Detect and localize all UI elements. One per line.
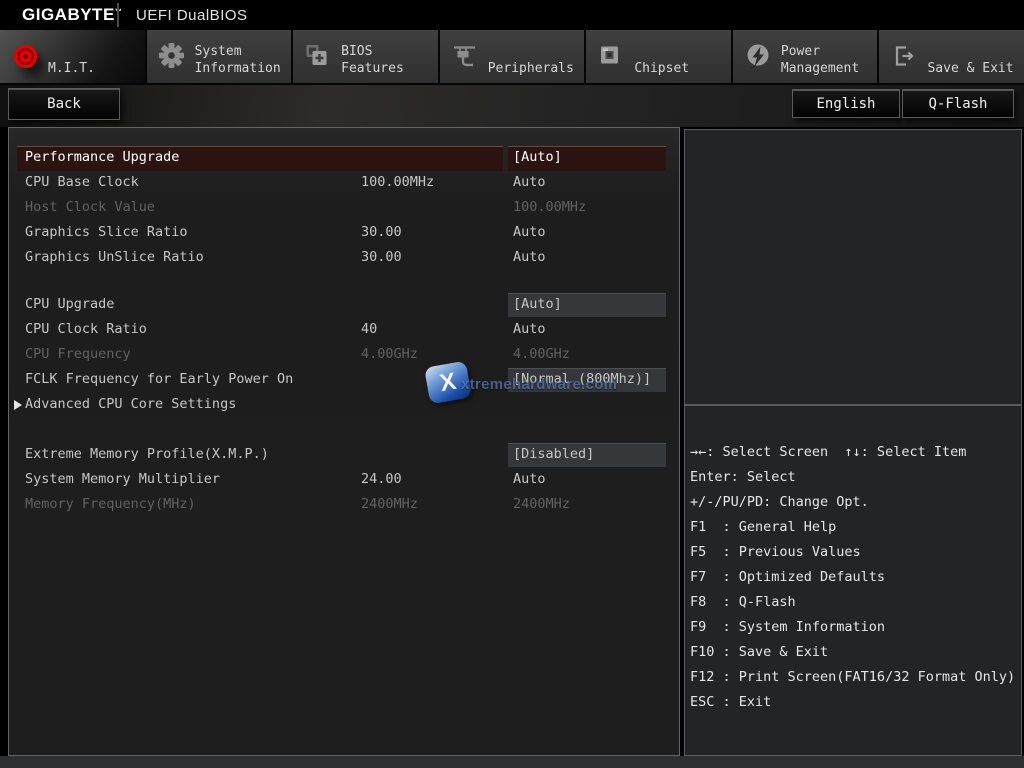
tab-label-line2: Management — [780, 61, 860, 76]
exit-arrow-icon — [896, 46, 915, 66]
row-cpu-upgrade[interactable]: CPU Upgrade [Auto] — [9, 293, 677, 318]
language-button[interactable]: English — [792, 89, 900, 118]
setting-name: Advanced CPU Core Settings — [25, 396, 237, 412]
tab-label-line1: BIOS — [341, 44, 373, 59]
tab-bar: M.I.T. System Information BIOS Features — [0, 30, 1024, 85]
setting-name: FCLK Frequency for Early Power On — [25, 371, 294, 387]
help-line: F10 : Save & Exit — [690, 644, 829, 660]
help-line: F7 : Optimized Defaults — [690, 569, 886, 585]
setting-name: System Memory Multiplier — [25, 471, 221, 487]
help-line: →←: Select Screen ↑↓: Select Item — [690, 444, 967, 460]
watermark-text: xtremehardware.com — [461, 376, 618, 393]
row-memory-frequency: Memory Frequency(MHz) 2400MHz 2400MHz — [9, 493, 677, 518]
help-line: F9 : System Information — [690, 619, 886, 635]
firmware-title: UEFI DualBIOS — [136, 7, 248, 24]
setting-value: 100.00MHz — [513, 199, 587, 215]
peripherals-icon — [453, 46, 475, 67]
setting-name: Host Clock Value — [25, 199, 156, 215]
row-xmp[interactable]: Extreme Memory Profile(X.M.P.) [Disabled… — [9, 443, 677, 468]
setting-name: CPU Base Clock — [25, 174, 139, 190]
setting-name: Extreme Memory Profile(X.M.P.) — [25, 446, 269, 462]
help-line: F5 : Previous Values — [690, 544, 861, 560]
setting-current: 2400MHz — [361, 496, 418, 512]
setting-current: 4.00GHz — [361, 346, 418, 362]
row-host-clock-value: Host Clock Value 100.00MHz — [9, 196, 677, 221]
setting-value: Auto — [513, 174, 546, 190]
help-line: F1 : General Help — [690, 519, 837, 535]
tab-label-line2: Information — [194, 61, 281, 76]
row-cpu-clock-ratio[interactable]: CPU Clock Ratio 40 Auto — [9, 318, 677, 343]
item-help-panel — [684, 129, 1022, 405]
setting-value: [Auto] — [513, 149, 562, 165]
setting-name: CPU Upgrade — [25, 296, 115, 312]
tab-mit[interactable]: M.I.T. — [0, 30, 145, 83]
setting-value: 2400MHz — [513, 496, 570, 512]
setting-current: 30.00 — [361, 249, 402, 265]
row-system-memory-multiplier[interactable]: System Memory Multiplier 24.00 Auto — [9, 468, 677, 493]
setting-current: 30.00 — [361, 224, 402, 240]
setting-value: 4.00GHz — [513, 346, 570, 362]
help-line: ESC : Exit — [690, 694, 772, 710]
hotkey-help-panel: →←: Select Screen ↑↓: Select Item Enter:… — [684, 405, 1022, 756]
tab-peripherals[interactable]: Peripherals — [439, 30, 585, 83]
setting-value: Auto — [513, 321, 546, 337]
row-performance-upgrade[interactable]: Performance Upgrade [Auto] — [9, 146, 677, 171]
logo-divider — [117, 3, 119, 27]
chipset-icon — [601, 46, 619, 64]
settings-panel: Performance Upgrade [Auto] CPU Base Cloc… — [8, 127, 680, 756]
setting-value: Auto — [513, 249, 546, 265]
row-cpu-base-clock[interactable]: CPU Base Clock 100.00MHz Auto — [9, 171, 677, 196]
help-line: Enter: Select — [690, 469, 796, 485]
setting-name: Performance Upgrade — [25, 149, 180, 165]
row-advanced-cpu-core-settings[interactable]: Advanced CPU Core Settings — [9, 393, 677, 418]
setting-current: 40 — [361, 321, 378, 337]
setting-name: CPU Clock Ratio — [25, 321, 147, 337]
help-line: +/-/PU/PD: Change Opt. — [690, 494, 869, 510]
tab-save-exit[interactable]: Save & Exit — [879, 30, 1024, 83]
setting-value: [Auto] — [513, 296, 562, 312]
row-graphics-unslice-ratio[interactable]: Graphics UnSlice Ratio 30.00 Auto — [9, 246, 677, 271]
tab-power-management[interactable]: Power Management — [732, 30, 878, 83]
tab-label: Chipset — [634, 61, 690, 76]
setting-current: 100.00MHz — [361, 174, 435, 190]
setting-name: Graphics UnSlice Ratio — [25, 249, 204, 265]
power-bolt-icon — [747, 44, 769, 69]
tab-label-line1: System — [194, 44, 242, 59]
setting-name: CPU Frequency — [25, 346, 131, 362]
gear-icon — [158, 43, 184, 68]
setting-value: Auto — [513, 471, 546, 487]
back-button[interactable]: Back — [8, 88, 120, 120]
mit-red-ball-icon — [13, 44, 38, 69]
tab-bios-features[interactable]: BIOS Features — [293, 30, 438, 83]
setting-current: 24.00 — [361, 471, 402, 487]
row-cpu-frequency: CPU Frequency 4.00GHz 4.00GHz — [9, 343, 677, 368]
tab-label: M.I.T. — [48, 61, 95, 76]
tab-label: Save & Exit — [927, 61, 1014, 76]
tab-chipset[interactable]: Chipset — [586, 30, 731, 83]
gigabyte-logo: GIGABYTE™ — [22, 5, 122, 25]
tab-label-line2: Features — [341, 61, 404, 76]
top-bar: GIGABYTE™ UEFI DualBIOS — [0, 0, 1024, 30]
setting-value: [Disabled] — [513, 446, 595, 462]
setting-name: Memory Frequency(MHz) — [25, 496, 196, 512]
row-graphics-slice-ratio[interactable]: Graphics Slice Ratio 30.00 Auto — [9, 221, 677, 246]
tab-label: Peripherals — [487, 61, 574, 76]
submenu-arrow-icon — [14, 400, 22, 410]
setting-name: Graphics Slice Ratio — [25, 224, 188, 240]
tab-label-line1: Power — [780, 44, 821, 59]
qflash-button[interactable]: Q-Flash — [902, 89, 1014, 118]
setting-value: Auto — [513, 224, 546, 240]
help-line: F12 : Print Screen(FAT16/32 Format Only) — [690, 669, 1016, 685]
bottom-strip — [0, 756, 1024, 768]
bios-chip-plus-icon — [306, 45, 327, 65]
help-line: F8 : Q-Flash — [690, 594, 796, 610]
tab-system-information[interactable]: System Information — [146, 30, 292, 83]
